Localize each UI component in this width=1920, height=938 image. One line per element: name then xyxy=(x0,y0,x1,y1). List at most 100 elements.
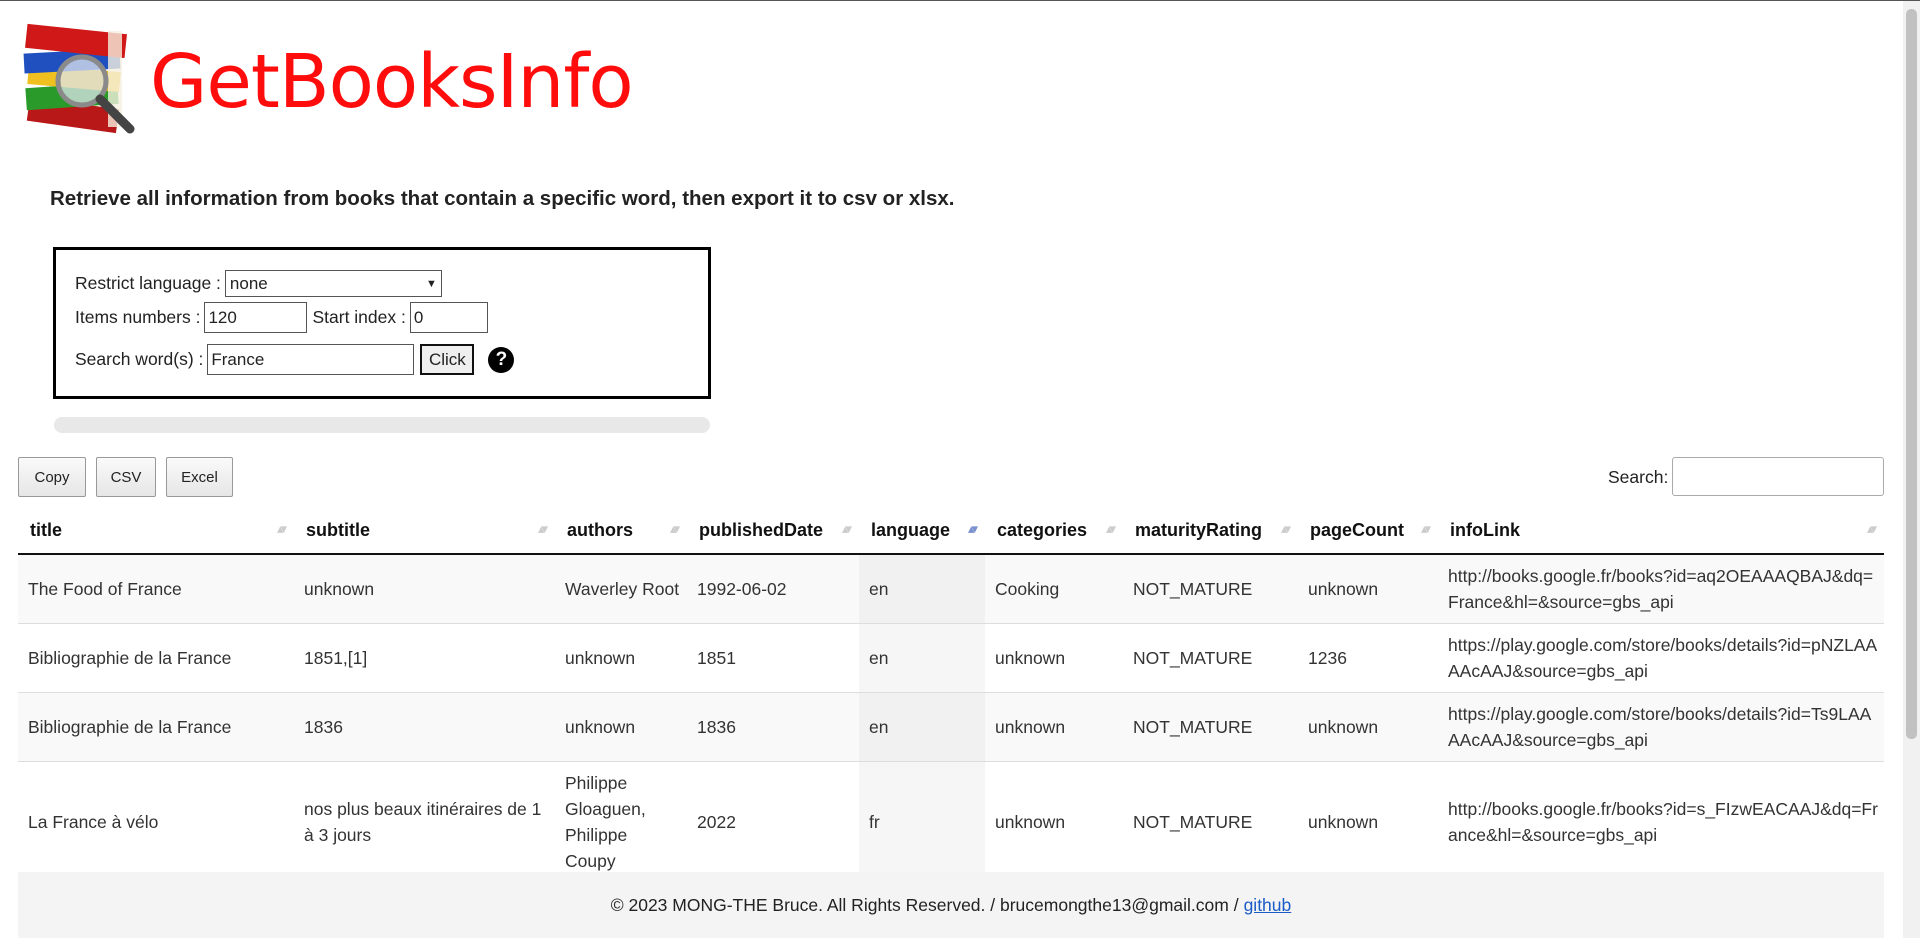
column-header-label: pageCount xyxy=(1310,519,1404,540)
column-header-language[interactable]: language ▴▾ xyxy=(859,507,985,555)
scrollbar-thumb[interactable] xyxy=(1906,9,1917,739)
column-header-subtitle[interactable]: subtitle ▴▾ xyxy=(294,507,555,555)
excel-button[interactable]: Excel xyxy=(166,457,233,497)
cell-language: en xyxy=(859,623,985,693)
column-header-infoLink[interactable]: infoLink ▴▾ xyxy=(1438,507,1884,555)
sort-icon: ▴▾ xyxy=(1105,521,1116,536)
cell-authors: unknown xyxy=(555,623,687,693)
column-header-authors[interactable]: authors ▴▾ xyxy=(555,507,687,555)
cell-title: Bibliographie de la France xyxy=(18,692,294,762)
table-header-row: title ▴▾ subtitle ▴▾ authors ▴▾ publishedDate ▴… xyxy=(18,507,1884,555)
column-header-label: maturityRating xyxy=(1135,519,1263,540)
cell-categories: unknown xyxy=(985,692,1123,762)
start-label: Start index : xyxy=(312,307,406,327)
table-row: The Food of France unknown Waverley Root 19… xyxy=(18,554,1884,624)
csv-button[interactable]: CSV xyxy=(96,457,156,497)
cell-publishedDate: 1836 xyxy=(687,692,859,762)
column-header-label: categories xyxy=(997,519,1088,540)
items-row: Items numbers : 120 Start index : 0 xyxy=(75,302,488,333)
cell-title: Bibliographie de la France xyxy=(18,623,294,693)
cell-language: fr xyxy=(859,761,985,872)
books-magnifier-icon xyxy=(23,23,135,134)
sort-icon: ▴▾ xyxy=(1280,521,1291,536)
cell-language: en xyxy=(859,554,985,624)
logo: GetBooksInfo xyxy=(18,23,634,141)
cell-categories: unknown xyxy=(985,623,1123,693)
cell-pageCount: unknown xyxy=(1298,554,1438,624)
footer: © 2023 MONG-THE Bruce. All Rights Reserv… xyxy=(18,872,1884,938)
cell-pageCount: unknown xyxy=(1298,692,1438,762)
start-index-input[interactable]: 0 xyxy=(409,302,488,333)
column-header-pageCount[interactable]: pageCount ▴▾ xyxy=(1298,507,1438,555)
progress-bar xyxy=(54,417,710,433)
cell-maturityRating: NOT_MATURE xyxy=(1123,554,1298,624)
items-input[interactable]: 120 xyxy=(204,302,308,333)
cell-authors: Waverley Root xyxy=(555,554,687,624)
page-scrollbar[interactable] xyxy=(1903,1,1920,938)
search-form: Restrict language : none ▼ Items numbers… xyxy=(53,247,711,399)
column-header-categories[interactable]: categories ▴▾ xyxy=(985,507,1123,555)
search-row: Search word(s) : France Click ? xyxy=(75,344,515,375)
sort-icon: ▴▾ xyxy=(1420,521,1431,536)
language-select[interactable]: none ▼ xyxy=(224,270,442,297)
sort-icon: ▴▾ xyxy=(276,521,287,536)
column-header-label: authors xyxy=(567,519,634,540)
cell-publishedDate: 1851 xyxy=(687,623,859,693)
column-header-label: title xyxy=(30,519,63,540)
footer-text: © 2023 MONG-THE Bruce. All Rights Reserv… xyxy=(610,894,1239,915)
github-link[interactable]: github xyxy=(1244,895,1292,916)
sort-icon: ▴▾ xyxy=(537,521,548,536)
help-icon[interactable]: ? xyxy=(488,346,515,373)
page-description: Retrieve all information from books that… xyxy=(50,187,955,210)
cell-infoLink: https://play.google.com/store/books/deta… xyxy=(1438,692,1884,762)
cell-subtitle: nos plus beaux itinéraires de 1 à 3 jour… xyxy=(294,761,555,872)
table-search-label: Search: xyxy=(1608,467,1669,487)
cell-publishedDate: 2022 xyxy=(687,761,859,872)
table-row: La France à vélo nos plus beaux itinérair… xyxy=(18,761,1884,872)
cell-pageCount: unknown xyxy=(1298,761,1438,872)
language-row: Restrict language : none ▼ xyxy=(75,270,442,297)
search-words-label: Search word(s) : xyxy=(75,349,204,369)
cell-categories: Cooking xyxy=(985,554,1123,624)
cell-language: en xyxy=(859,692,985,762)
results-table: title ▴▾ subtitle ▴▾ authors ▴▾ publishedDate ▴… xyxy=(18,507,1884,872)
cell-pageCount: 1236 xyxy=(1298,623,1438,693)
cell-subtitle: unknown xyxy=(294,554,555,624)
language-label: Restrict language : xyxy=(75,273,221,293)
chevron-down-icon: ▼ xyxy=(426,277,437,290)
table-row: Bibliographie de la France 1851,[1] unknow… xyxy=(18,623,1884,693)
sort-icon: ▴▾ xyxy=(669,521,680,536)
column-header-label: infoLink xyxy=(1450,519,1520,540)
cell-authors: Philippe Gloaguen, Philippe Coupy xyxy=(555,761,687,872)
search-words-input[interactable]: France xyxy=(207,344,415,375)
cell-categories: unknown xyxy=(985,761,1123,872)
cell-title: La France à vélo xyxy=(18,761,294,872)
column-header-label: language xyxy=(871,519,951,540)
sort-icon: ▴▾ xyxy=(841,521,852,536)
logo-title: GetBooksInfo xyxy=(150,39,634,125)
cell-maturityRating: NOT_MATURE xyxy=(1123,692,1298,762)
sort-icon: ▴▾ xyxy=(1866,521,1877,536)
column-header-maturityRating[interactable]: maturityRating ▴▾ xyxy=(1123,507,1298,555)
cell-publishedDate: 1992-06-02 xyxy=(687,554,859,624)
items-label: Items numbers : xyxy=(75,307,201,327)
copy-button[interactable]: Copy xyxy=(18,457,86,497)
cell-infoLink: https://play.google.com/store/books/deta… xyxy=(1438,623,1884,693)
sort-icon: ▴▾ xyxy=(967,521,978,536)
cell-maturityRating: NOT_MATURE xyxy=(1123,623,1298,693)
cell-maturityRating: NOT_MATURE xyxy=(1123,761,1298,872)
table-row: Bibliographie de la France 1836 unknown 183… xyxy=(18,692,1884,762)
cell-title: The Food of France xyxy=(18,554,294,624)
table-search-input[interactable] xyxy=(1672,457,1884,496)
click-button[interactable]: Click xyxy=(420,344,475,375)
cell-infoLink: http://books.google.fr/books?id=aq2OEAAA… xyxy=(1438,554,1884,624)
cell-subtitle: 1851,[1] xyxy=(294,623,555,693)
column-header-label: subtitle xyxy=(306,519,371,540)
column-header-title[interactable]: title ▴▾ xyxy=(18,507,294,555)
cell-infoLink: http://books.google.fr/books?id=s_FIzwEA… xyxy=(1438,761,1884,872)
cell-authors: unknown xyxy=(555,692,687,762)
column-header-publishedDate[interactable]: publishedDate ▴▾ xyxy=(687,507,859,555)
column-header-label: publishedDate xyxy=(699,519,824,540)
cell-subtitle: 1836 xyxy=(294,692,555,762)
language-select-value: none xyxy=(229,273,268,293)
